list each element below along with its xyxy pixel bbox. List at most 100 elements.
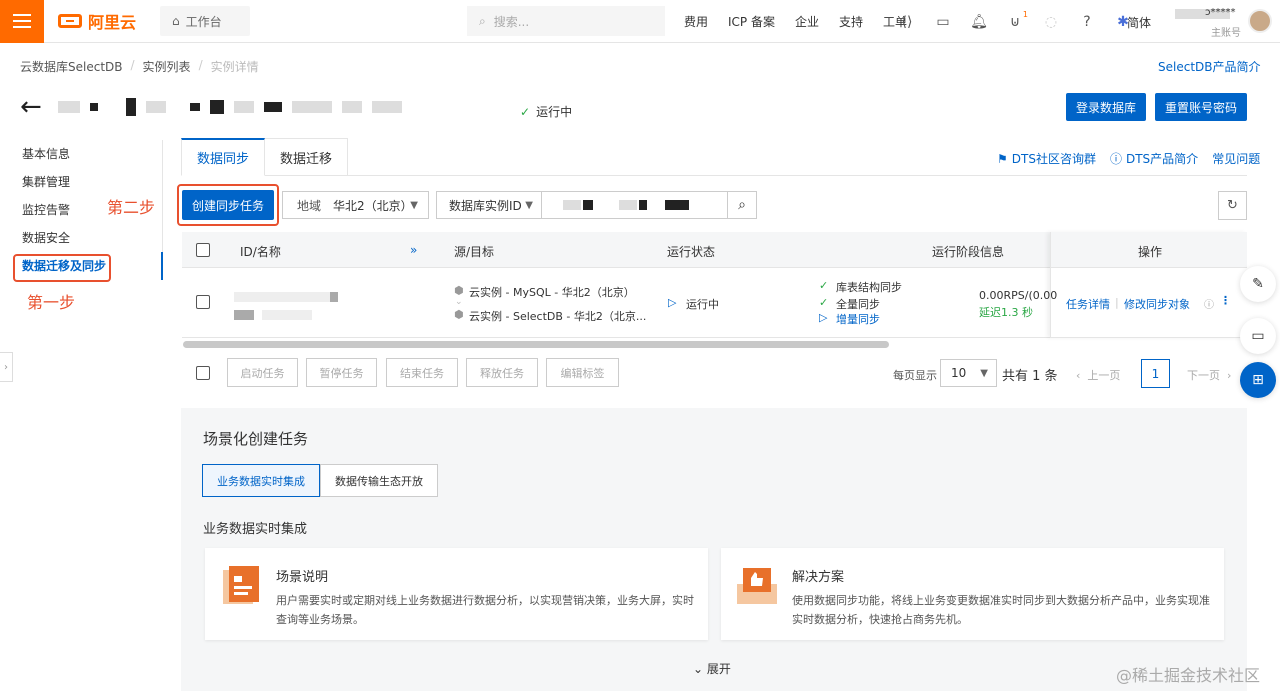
refresh-button[interactable]: ↻ — [1218, 191, 1247, 220]
selectdb-intro-link[interactable]: SelectDB产品简介 — [1158, 58, 1261, 75]
bell-icon[interactable]: 🔔︎ — [970, 14, 988, 30]
workbench-button[interactable]: ⌂ 工作台 — [160, 6, 251, 36]
top-nav: 费用 ICP 备案 企业 支持 工单 — [684, 0, 907, 43]
breadcrumb-sep: / — [198, 58, 203, 72]
row-checkbox[interactable] — [196, 295, 210, 309]
dts-community-link[interactable]: ⚑ DTS社区咨询群 — [997, 150, 1096, 167]
stage-incremental[interactable]: 增量同步 — [836, 311, 880, 327]
region-label: 地域 — [297, 198, 322, 213]
total-count: 共有 1 条 — [1002, 369, 1058, 384]
instance-id-input[interactable] — [541, 191, 728, 219]
instance-title: ← — [20, 92, 412, 122]
scene-tab-ecosystem[interactable]: 数据传输生态开放 — [320, 464, 438, 497]
search-icon: ⌕ — [479, 13, 486, 28]
apps-icon[interactable]: ⊞ — [1240, 362, 1276, 398]
masked-text — [619, 200, 637, 210]
scene-section: 场景化创建任务 业务数据实时集成 数据传输生态开放 业务数据实时集成 场景说明 … — [181, 408, 1247, 691]
expand-columns-icon[interactable]: » — [410, 243, 417, 257]
masked-text — [233, 101, 254, 113]
scene-tabs: 业务数据实时集成 数据传输生态开放 — [202, 464, 438, 497]
breadcrumb-selectdb[interactable]: 云数据库SelectDB — [20, 58, 123, 75]
start-task-button[interactable]: 启动任务 — [227, 358, 298, 387]
pause-task-button[interactable]: 暂停任务 — [306, 358, 377, 387]
end-task-button[interactable]: 结束任务 — [386, 358, 458, 387]
language-switch[interactable]: 简体 — [1127, 14, 1151, 31]
tabs-divider — [340, 175, 1247, 176]
create-sync-task-button[interactable]: 创建同步任务 — [182, 190, 274, 220]
cart-icon[interactable]: ⊍ 1 — [1006, 10, 1028, 30]
breadcrumb-instance-list[interactable]: 实例列表 — [143, 58, 191, 75]
nav-enterprise[interactable]: 企业 — [795, 13, 819, 30]
bulb-icon[interactable]: ◌ — [1042, 14, 1060, 30]
prev-page-button[interactable]: ‹ 上一页 — [1076, 367, 1120, 383]
db-icon: ⬢ — [454, 284, 464, 297]
account-role: 主账号 — [1211, 28, 1241, 39]
check-icon: ✓ — [520, 104, 531, 119]
tab-data-migration[interactable]: 数据迁移 — [265, 138, 349, 176]
masked-text — [189, 103, 200, 111]
scene-subtitle: 业务数据实时集成 — [203, 522, 308, 537]
login-database-button[interactable]: 登录数据库 — [1066, 93, 1146, 121]
faq-link[interactable]: 常见问题 — [1212, 150, 1260, 167]
masked-text — [583, 200, 593, 210]
masked-text — [145, 101, 166, 113]
region-select[interactable]: 地域 华北2（北京） ▼ — [282, 191, 429, 219]
search-button[interactable]: ⌕ — [727, 191, 757, 219]
release-task-button[interactable]: 释放任务 — [466, 358, 538, 387]
edit-tags-button[interactable]: 编辑标签 — [546, 358, 619, 387]
breadcrumb-instance-detail: 实例详情 — [210, 60, 259, 74]
dts-intro-link[interactable]: ⓘ DTS产品简介 — [1110, 150, 1198, 167]
sidebar-collapse-icon[interactable]: › — [0, 352, 13, 382]
refresh-icon: ↻ — [1227, 198, 1238, 213]
nav-fees[interactable]: 费用 — [684, 13, 708, 30]
reset-password-button[interactable]: 重置账号密码 — [1155, 93, 1247, 121]
aliyun-logo[interactable]: 阿里云 — [58, 9, 136, 33]
terminal-icon[interactable]: ▭ — [934, 14, 952, 30]
masked-text — [125, 98, 136, 116]
col-id-name: ID/名称 — [240, 245, 281, 259]
masked-text — [371, 101, 402, 113]
masked-text — [263, 102, 282, 112]
select-all-checkbox[interactable] — [196, 243, 210, 257]
watermark: @稀土掘金技术社区 — [1116, 666, 1261, 685]
play-circle-icon: ▷ — [819, 311, 828, 324]
search-input[interactable]: ⌕ 搜索... — [467, 6, 665, 36]
nav-icp[interactable]: ICP 备案 — [728, 13, 775, 30]
actions-column — [1050, 232, 1247, 338]
sidebar-item-basic-info[interactable]: 基本信息 — [0, 140, 162, 168]
solution-card-desc: 使用数据同步功能，将线上业务变更数据准实时同步到大数据分析产品中，业务实现准实时… — [792, 594, 1210, 626]
nav-support[interactable]: 支持 — [839, 13, 863, 30]
edit-icon[interactable]: ✎ — [1240, 266, 1276, 302]
instance-id-select[interactable]: 数据库实例ID ▼ — [436, 191, 542, 219]
tab-data-sync[interactable]: 数据同步 — [181, 138, 266, 176]
code-icon[interactable]: ⟨⟩ — [898, 14, 916, 30]
help-icon[interactable]: ? — [1078, 14, 1096, 30]
scene-title: 场景化创建任务 — [203, 430, 309, 448]
masked-text — [563, 200, 581, 210]
breadcrumb: 云数据库SelectDB / 实例列表 / 实例详情 — [20, 58, 259, 75]
sidebar-item-cluster[interactable]: 集群管理 — [0, 168, 162, 196]
account-info[interactable]: ɔ***** 主账号 — [1175, 7, 1245, 39]
chat-icon[interactable]: ▭ — [1240, 318, 1276, 354]
top-icons: ⟨⟩ ▭ 🔔︎ ⊍ 1 ◌ ? ✱ — [898, 0, 1132, 43]
col-stage-info: 运行阶段信息 — [932, 245, 1005, 259]
db-icon: ⬢ — [454, 308, 464, 321]
bulk-select-checkbox[interactable] — [196, 366, 210, 380]
page-size-select[interactable]: 10 ▼ — [940, 359, 997, 387]
solution-card: 解决方案 使用数据同步功能，将线上业务变更数据准实时同步到大数据分析产品中，业务… — [721, 548, 1224, 640]
horizontal-scrollbar[interactable] — [183, 341, 889, 348]
sidebar-item-security[interactable]: 数据安全 — [0, 224, 162, 252]
masked-text — [341, 101, 362, 113]
scene-tab-realtime[interactable]: 业务数据实时集成 — [202, 464, 320, 497]
account-name: ɔ***** — [1205, 7, 1236, 18]
avatar[interactable] — [1248, 9, 1272, 33]
home-icon: ⌂ — [172, 14, 180, 28]
expand-button[interactable]: ⌄ 展开 — [693, 660, 731, 677]
scenario-card-title: 场景说明 — [276, 570, 329, 585]
menu-icon[interactable] — [0, 0, 44, 43]
document-icon — [223, 566, 259, 604]
sidebar-active-indicator — [161, 252, 163, 280]
page-number-1[interactable]: 1 — [1141, 359, 1170, 388]
back-arrow-icon[interactable]: ← — [20, 92, 42, 122]
next-page-button[interactable]: 下一页 › — [1187, 367, 1231, 383]
